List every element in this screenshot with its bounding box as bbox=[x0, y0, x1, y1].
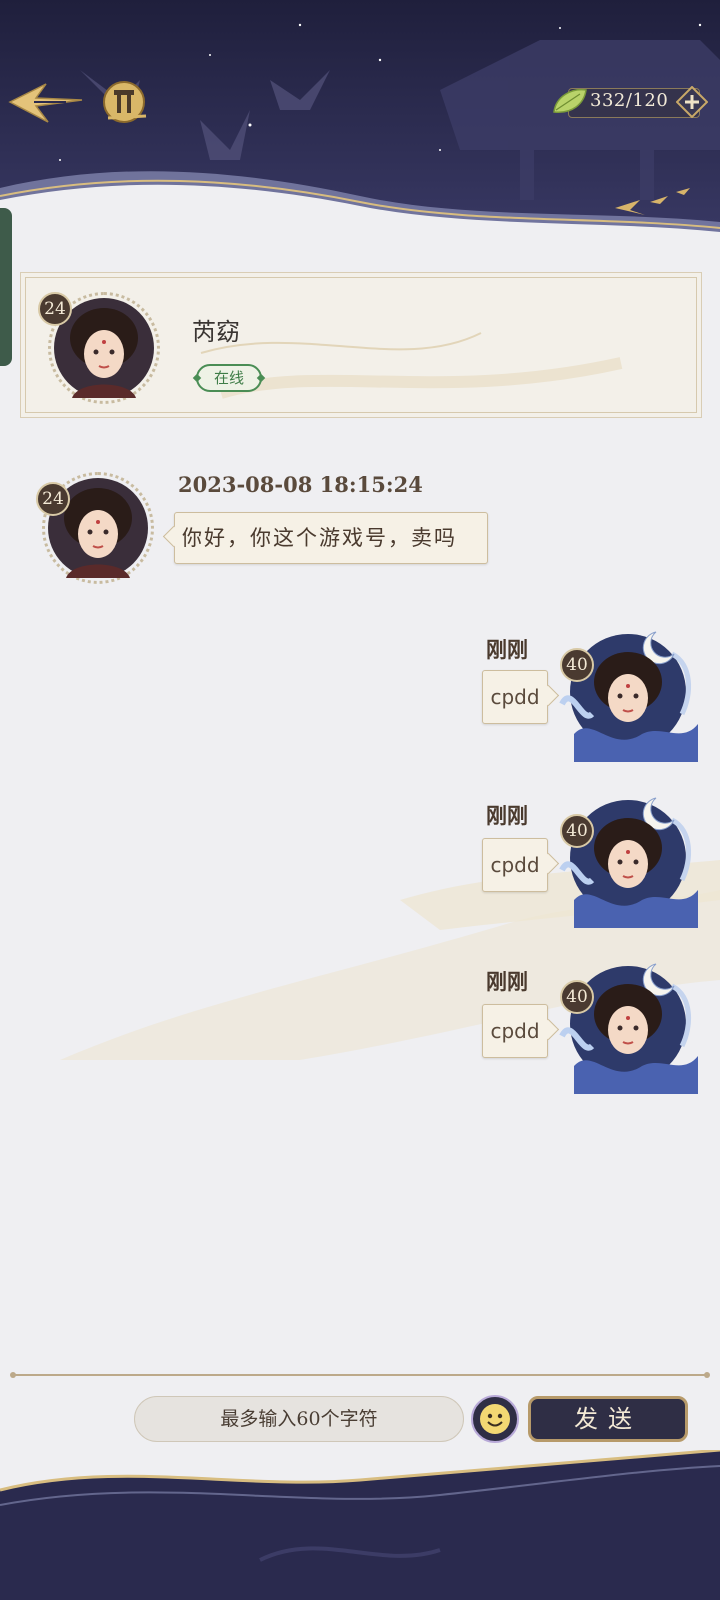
message-time: 刚刚 bbox=[486, 969, 528, 994]
side-drawer-tab[interactable] bbox=[0, 208, 12, 366]
leaf-icon bbox=[553, 88, 587, 113]
stamina-counter: 332/120 bbox=[550, 85, 712, 119]
sender-level-badge: 24 bbox=[36, 482, 70, 516]
my-level-badge: 40 bbox=[560, 980, 594, 1014]
my-level-badge: 40 bbox=[560, 814, 594, 848]
top-banner: 332/120 bbox=[0, 0, 720, 250]
outgoing-message-bubble[interactable]: cpdd bbox=[482, 1004, 548, 1058]
contact-level-badge: 24 bbox=[38, 292, 72, 326]
add-stamina-button[interactable] bbox=[675, 85, 709, 119]
ocean-frame-portrait-icon bbox=[559, 797, 698, 928]
ocean-frame-portrait-icon bbox=[559, 631, 698, 762]
ocean-frame-portrait-icon bbox=[559, 963, 698, 1094]
send-button[interactable]: 发送 bbox=[528, 1396, 688, 1442]
stamina-value: 332/120 bbox=[590, 90, 669, 111]
input-divider bbox=[10, 1372, 710, 1378]
my-avatar[interactable] bbox=[552, 790, 700, 928]
back-button[interactable] bbox=[6, 76, 86, 130]
message-timestamp: 2023-08-08 18:15:24 bbox=[178, 472, 423, 497]
back-arrow-icon bbox=[8, 83, 83, 123]
my-avatar[interactable] bbox=[552, 956, 700, 1094]
emoji-button[interactable] bbox=[470, 1394, 520, 1444]
outgoing-message-bubble[interactable]: cpdd bbox=[482, 838, 548, 892]
gate-home-icon bbox=[103, 81, 147, 123]
my-level-badge: 40 bbox=[560, 648, 594, 682]
message-time: 刚刚 bbox=[486, 803, 528, 828]
my-avatar[interactable] bbox=[552, 624, 700, 762]
home-button[interactable] bbox=[100, 76, 152, 128]
incoming-message-bubble[interactable]: 你好，你这个游戏号，卖吗 bbox=[174, 512, 488, 564]
plus-icon bbox=[675, 85, 709, 119]
online-status-badge: 在线 bbox=[196, 364, 262, 392]
outgoing-message-bubble[interactable]: cpdd bbox=[482, 670, 548, 724]
contact-name: 芮窈 bbox=[192, 318, 240, 346]
message-input[interactable] bbox=[134, 1396, 464, 1442]
smiley-face-icon bbox=[471, 1395, 519, 1443]
bottom-wave-decoration bbox=[0, 1450, 720, 1600]
message-time: 刚刚 bbox=[486, 637, 528, 662]
